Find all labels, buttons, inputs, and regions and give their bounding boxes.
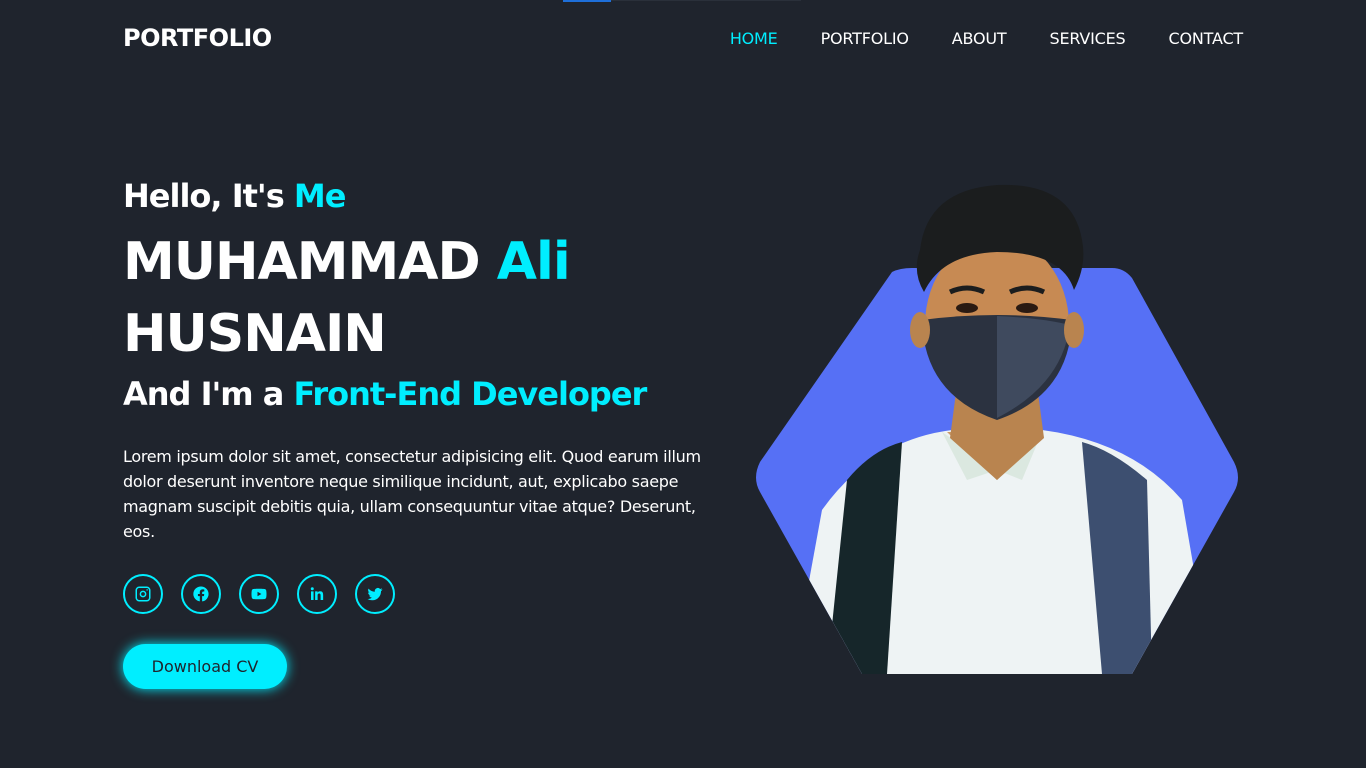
- linkedin-link[interactable]: [297, 574, 337, 614]
- nav-about[interactable]: ABOUT: [952, 29, 1007, 48]
- logo[interactable]: PORTFOLIO: [123, 24, 272, 52]
- facebook-link[interactable]: [181, 574, 221, 614]
- nav-portfolio[interactable]: PORTFOLIO: [821, 29, 909, 48]
- role-heading: And I'm a Front-End Developer: [123, 374, 733, 414]
- instagram-icon: [135, 586, 151, 602]
- social-links: [123, 574, 733, 614]
- main-nav: HOME PORTFOLIO ABOUT SERVICES CONTACT: [730, 29, 1243, 48]
- site-header: PORTFOLIO HOME PORTFOLIO ABOUT SERVICES …: [0, 0, 1366, 78]
- profile-illustration: [756, 184, 1238, 674]
- youtube-link[interactable]: [239, 574, 279, 614]
- greeting-accent: Me: [293, 177, 347, 215]
- name-accent: Ali: [496, 232, 571, 292]
- twitter-icon: [367, 587, 383, 601]
- nav-contact[interactable]: CONTACT: [1169, 29, 1244, 48]
- role-prefix: And I'm a: [123, 375, 284, 413]
- twitter-link[interactable]: [355, 574, 395, 614]
- youtube-icon: [251, 588, 267, 600]
- name-first: MUHAMMAD: [123, 232, 481, 292]
- role-accent: Front-End Developer: [293, 375, 648, 413]
- facebook-icon: [193, 586, 209, 602]
- linkedin-icon: [310, 587, 324, 600]
- name-last: HUSNAIN: [123, 304, 387, 364]
- greeting-prefix: Hello, It's: [123, 177, 285, 215]
- download-cv-button[interactable]: Download CV: [123, 644, 287, 689]
- greeting: Hello, It's Me: [123, 176, 733, 216]
- hero-name: MUHAMMAD Ali HUSNAIN: [123, 226, 733, 370]
- profile-image: [752, 180, 1242, 674]
- hero-section: Hello, It's Me MUHAMMAD Ali HUSNAIN And …: [123, 176, 733, 689]
- instagram-link[interactable]: [123, 574, 163, 614]
- nav-home[interactable]: HOME: [730, 29, 778, 48]
- hero-description: Lorem ipsum dolor sit amet, consectetur …: [123, 447, 701, 541]
- nav-services[interactable]: SERVICES: [1050, 29, 1126, 48]
